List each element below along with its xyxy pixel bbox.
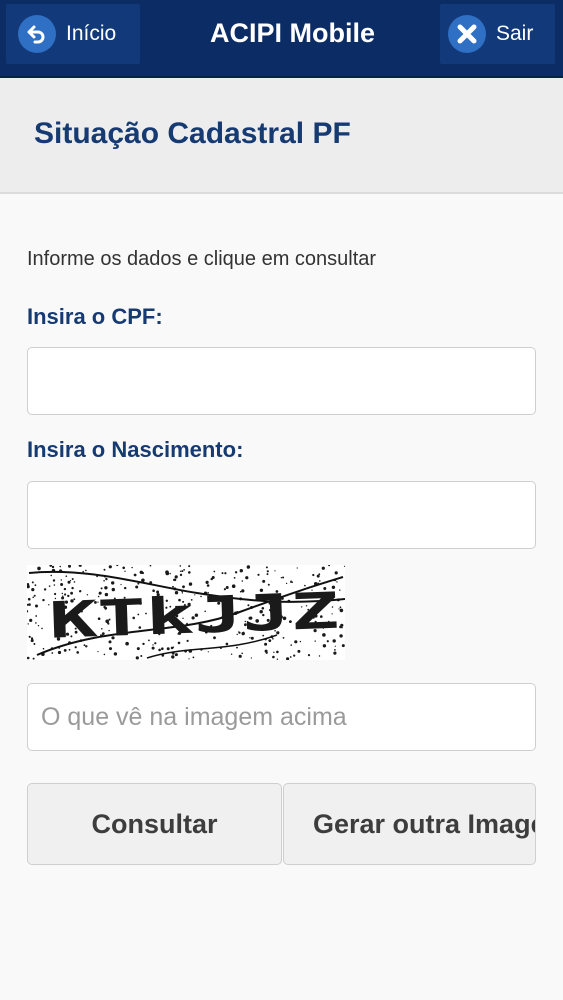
instructions-text: Informe os dados e clique em consultar [27, 248, 377, 270]
exit-button-label: Sair [496, 22, 534, 45]
back-arrow-icon [18, 15, 56, 53]
regenerate-captcha-button[interactable]: Gerar outra Imagem [283, 783, 536, 865]
captcha-image: KTkJJZ [25, 563, 346, 661]
birth-date-label: Insira o Nascimento: [27, 437, 244, 462]
consult-button[interactable]: Consultar [27, 783, 282, 865]
back-button-label: Início [66, 22, 117, 45]
exit-button[interactable]: Sair [440, 4, 555, 64]
top-bar: Início ACIPI Mobile Sair [0, 0, 563, 78]
app-title: ACIPI Mobile [209, 18, 375, 48]
page-title: Situação Cadastral PF [34, 117, 351, 150]
close-icon [448, 15, 486, 53]
captcha-input[interactable] [27, 683, 536, 751]
page-header: Situação Cadastral PF [0, 78, 563, 194]
cpf-input[interactable] [27, 347, 536, 415]
birth-date-input[interactable] [27, 481, 536, 549]
back-button[interactable]: Início [6, 4, 140, 64]
cpf-label: Insira o CPF: [27, 304, 163, 329]
captcha-text: KTkJJZ [48, 582, 340, 650]
